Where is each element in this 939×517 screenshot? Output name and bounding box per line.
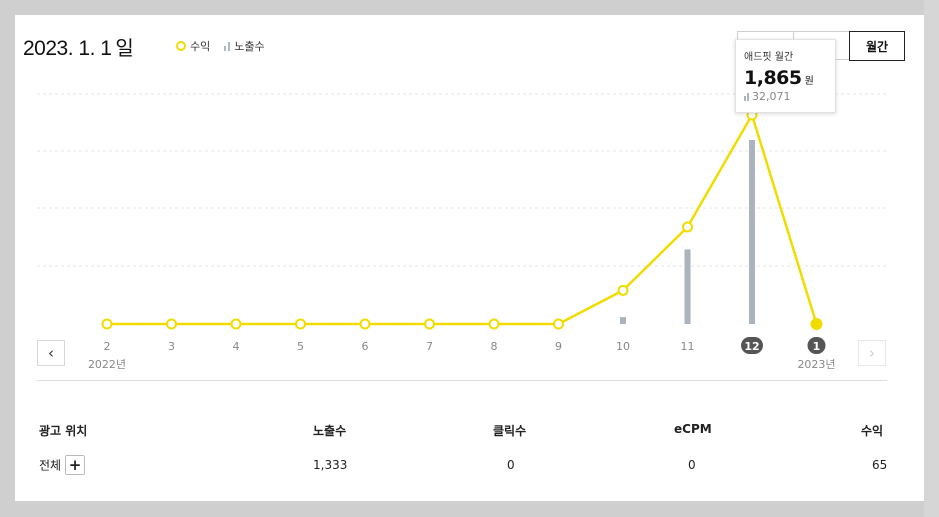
tooltip-title: 애드핏 월간 <box>744 52 794 63</box>
revenue-line <box>107 113 818 326</box>
chevron-right-icon: › <box>869 344 875 362</box>
cell-impressions: 1,333 <box>313 458 348 472</box>
revenue-point <box>488 318 500 330</box>
cell-ecpm: 0 <box>688 458 696 472</box>
chart-tooltip: 애드핏 월간 1,865 원 32,071 <box>735 39 836 113</box>
revenue-point <box>295 318 306 330</box>
col-header-ecpm: eCPM <box>674 422 712 436</box>
revenue-point <box>682 221 693 233</box>
bar-marker-icon <box>744 92 749 101</box>
x-tick-label: 6 <box>362 340 369 353</box>
x-tick-label: 2 <box>104 340 111 353</box>
revenue-point <box>553 318 564 330</box>
year-label-start: 2022년 <box>88 358 126 371</box>
report-card: 2023. 1. 1일 수익 노출수 월간 2 3 4 5 6 7 8 9 10 11 12 1 202… <box>15 15 924 501</box>
x-tick-label: 8 <box>491 340 498 353</box>
cell-revenue: 65 <box>872 458 888 472</box>
row-label-text: 전체 <box>39 458 62 473</box>
x-tick-label: 4 <box>233 340 240 353</box>
revenue-point <box>810 318 823 330</box>
x-tick-label: 12 <box>744 340 759 353</box>
impressions-bar <box>749 140 755 324</box>
row-label-total: 전체 + <box>39 455 86 475</box>
next-period-button[interactable]: › <box>858 340 886 366</box>
col-header-placement: 광고 위치 <box>39 424 88 438</box>
x-tick-label: 11 <box>681 340 695 353</box>
tooltip-value-number: 1,865 <box>744 67 802 89</box>
x-tick-label: 1 <box>813 340 821 353</box>
x-tick-label: 7 <box>426 340 433 353</box>
revenue-point <box>359 318 371 330</box>
x-tick-label: 3 <box>168 340 175 353</box>
revenue-point <box>230 318 242 330</box>
window-edge <box>924 0 939 517</box>
revenue-point <box>101 318 113 330</box>
year-label-end: 2023년 <box>797 358 835 371</box>
tooltip-impressions-value: 32,071 <box>752 90 791 103</box>
revenue-point <box>617 284 629 296</box>
x-tick-label: 5 <box>297 340 304 353</box>
cell-clicks: 0 <box>507 458 515 472</box>
revenue-point <box>166 318 177 330</box>
impressions-bar <box>620 317 626 324</box>
expand-plus-icon[interactable]: + <box>65 455 86 475</box>
chevron-left-icon: ‹ <box>48 344 54 362</box>
divider <box>37 380 887 381</box>
col-header-revenue: 수익 <box>861 424 884 438</box>
tooltip-impressions: 32,071 <box>744 90 827 103</box>
prev-period-button[interactable]: ‹ <box>37 340 65 366</box>
x-tick-label: 10 <box>616 340 630 353</box>
revenue-point <box>424 318 435 330</box>
col-header-clicks: 클릭수 <box>493 424 527 438</box>
tooltip-value: 1,865 원 <box>744 67 827 89</box>
col-header-impressions: 노출수 <box>313 424 347 438</box>
tooltip-value-unit: 원 <box>804 76 814 87</box>
impressions-bar <box>684 249 691 324</box>
x-tick-label: 9 <box>555 340 562 353</box>
